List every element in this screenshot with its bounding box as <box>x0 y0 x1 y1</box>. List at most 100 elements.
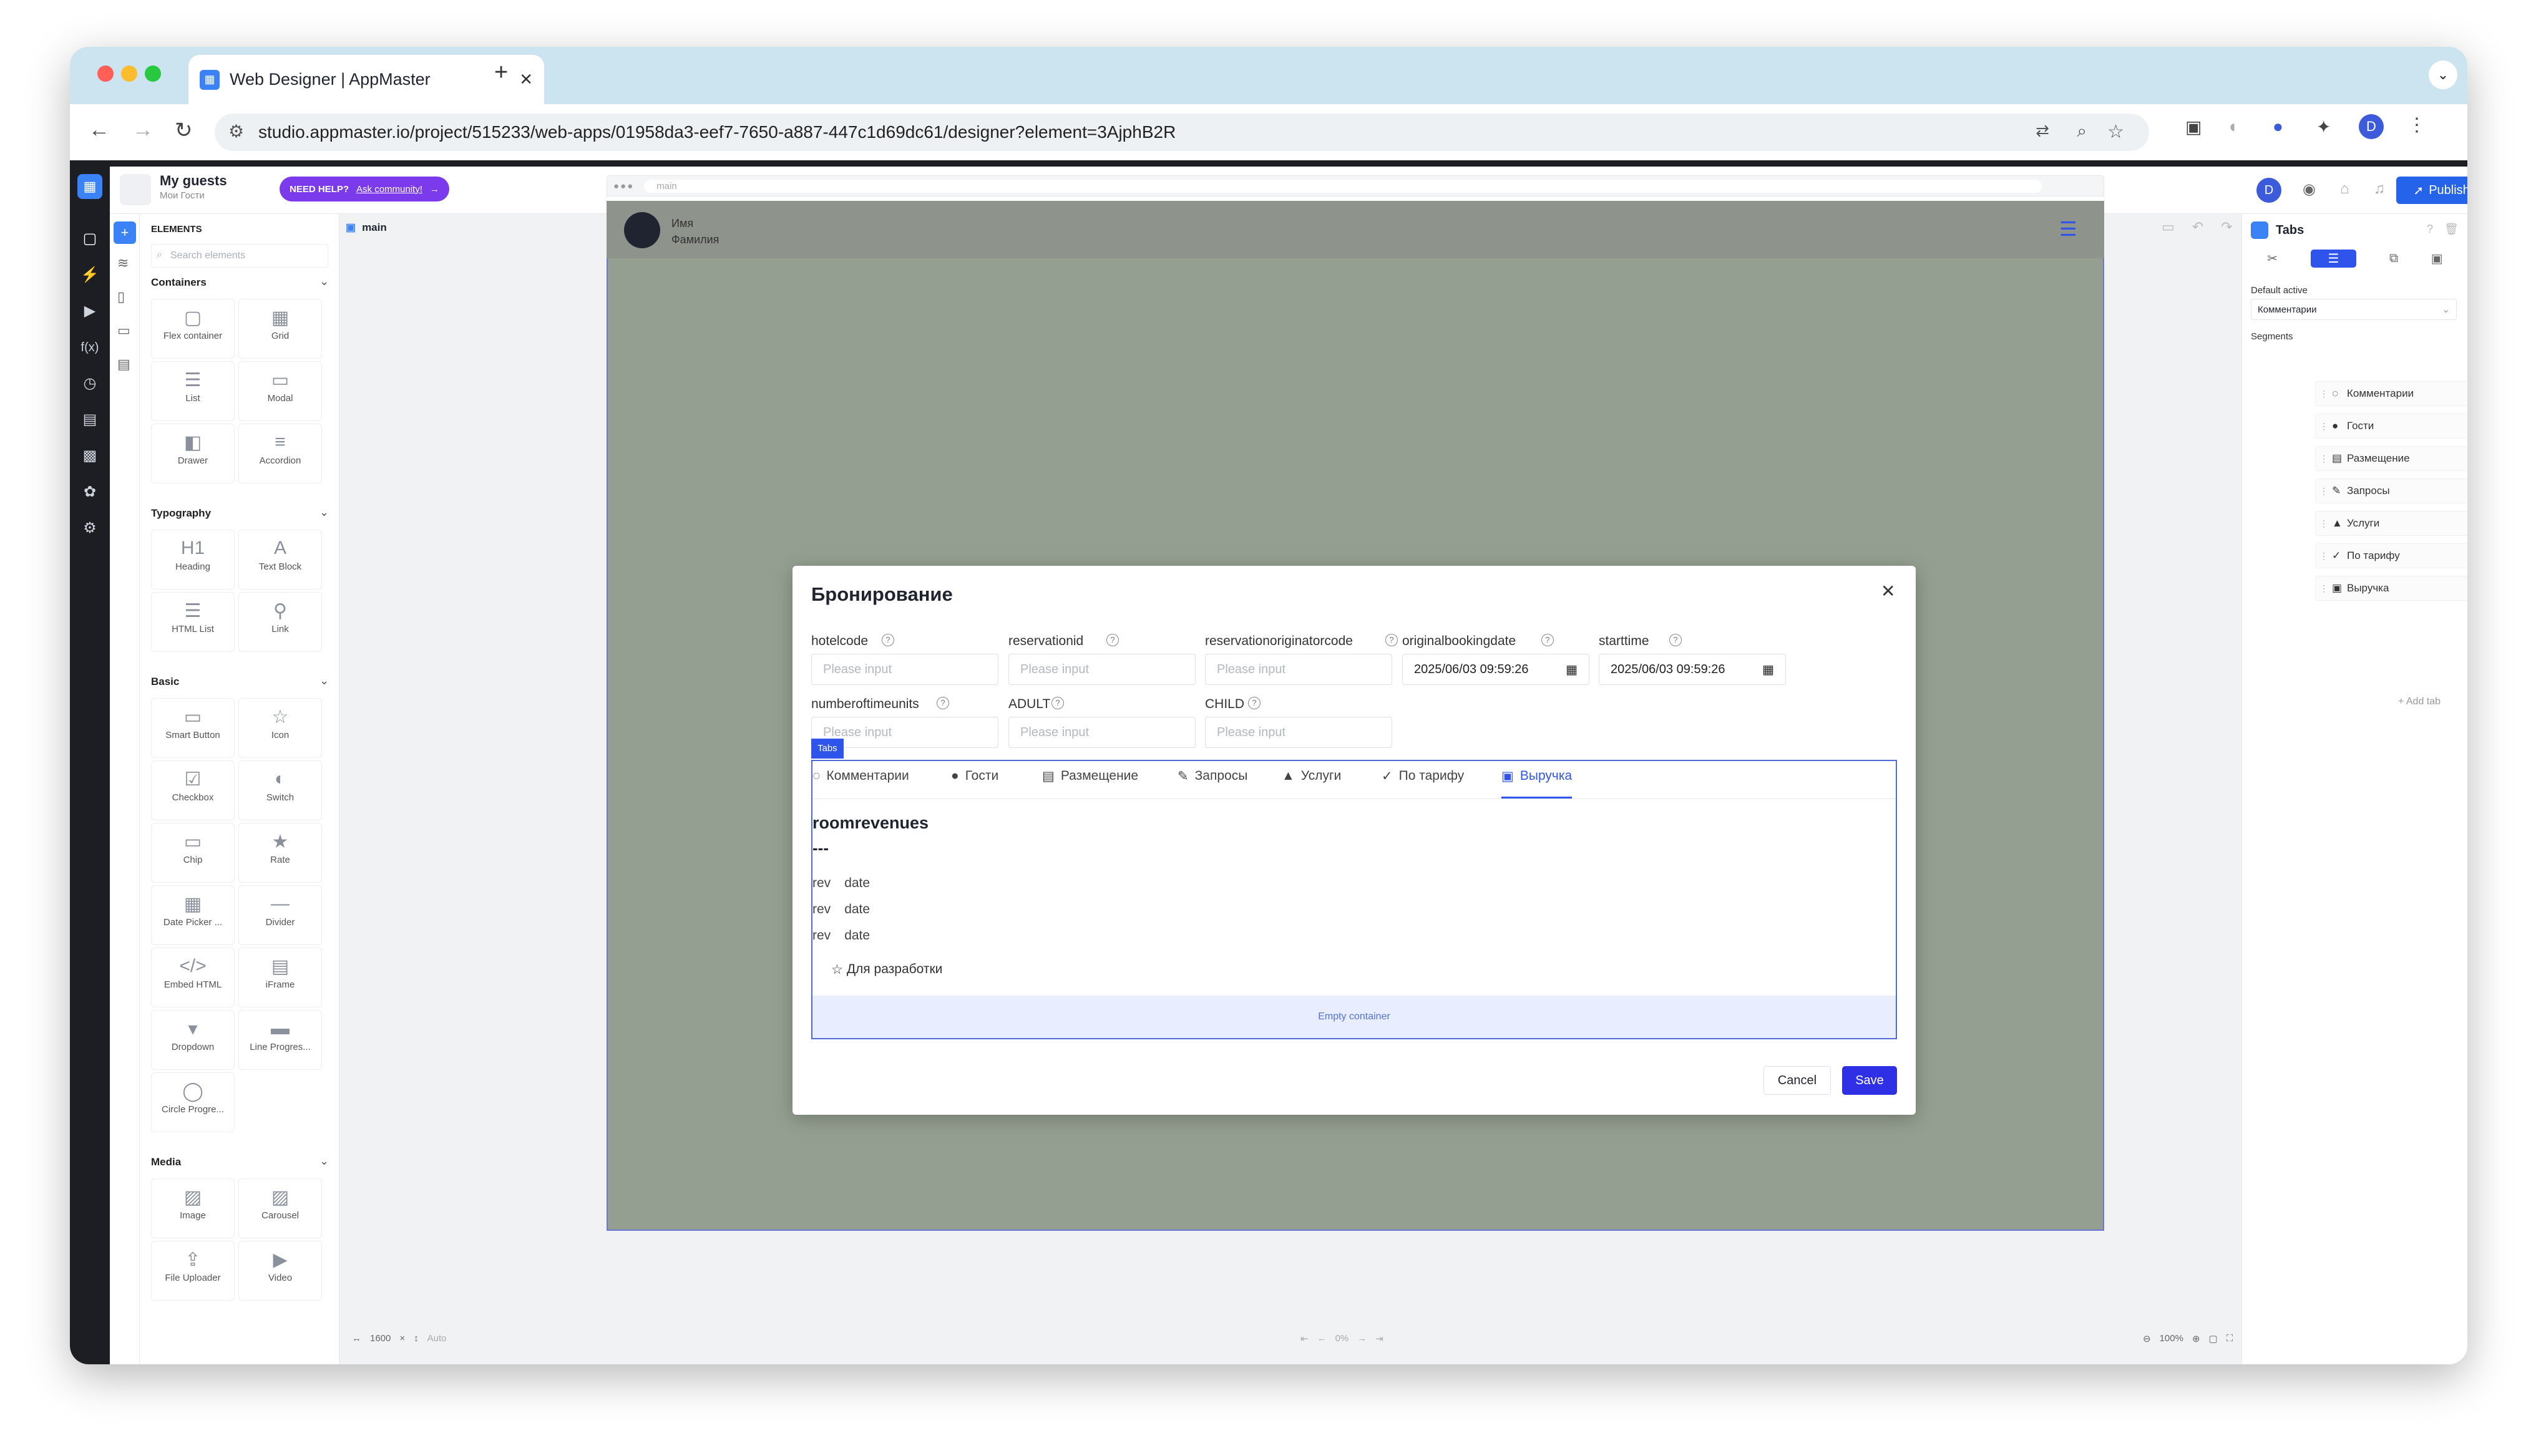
tab-5[interactable]: ✓ По тарифу <box>1382 769 1464 798</box>
site-settings-icon[interactable]: ⚙ <box>228 121 244 142</box>
props-tab-icon[interactable]: ☰ <box>2310 249 2357 268</box>
fit-icon[interactable]: ▢ <box>2209 1333 2218 1344</box>
field-input[interactable]: Please input <box>1205 717 1392 748</box>
element-card[interactable]: ▦ Date Picker ... <box>151 885 235 945</box>
element-card[interactable]: ☑ Checkbox <box>151 760 235 820</box>
last-icon[interactable]: ⇥ <box>1375 1333 1383 1344</box>
tabs-component[interactable]: ◌ Комментарии ● Гости ▤ Размещение ✎ Запросы ▲ Ус… <box>811 760 1897 1039</box>
search-elements-input[interactable]: ⌕ Search elements <box>151 244 328 268</box>
element-card[interactable]: ◯ Circle Progre... <box>151 1072 235 1132</box>
cancel-button[interactable]: Cancel <box>1763 1066 1831 1095</box>
need-help-pill[interactable]: NEED HELP? Ask community! → <box>280 177 449 201</box>
close-tab-icon[interactable]: ✕ <box>519 70 533 89</box>
reload-icon[interactable]: ↻ <box>175 118 193 143</box>
tab-search-icon[interactable]: ⌄ <box>2429 61 2457 89</box>
undo-icon[interactable]: ↶ <box>2192 219 2203 235</box>
gallery-icon[interactable]: ▩ <box>80 446 100 466</box>
segment-row[interactable]: ⋮●Гости◉🗑 <box>2315 414 2467 439</box>
segment-row[interactable]: ⋮▤Размещение◉🗑 <box>2315 446 2467 471</box>
field-input[interactable]: Please input <box>1008 654 1196 685</box>
element-card[interactable]: ☰ List <box>151 361 235 421</box>
maximize-window-button[interactable] <box>145 66 161 82</box>
translate-icon[interactable]: ⇄ <box>2036 121 2049 140</box>
media-icon[interactable]: ▶ <box>80 301 100 321</box>
browser-tab[interactable]: ▦ Web Designer | AppMaster ✕ <box>188 55 544 104</box>
add-element-icon[interactable]: + <box>114 221 136 244</box>
field-input[interactable]: Please input <box>1205 654 1392 685</box>
element-card[interactable]: ▢ Flex container <box>151 299 235 359</box>
segment-row[interactable]: ⋮▲Услуги◉🗑 <box>2315 511 2467 536</box>
field-input[interactable]: Please input <box>811 654 998 685</box>
tab-6[interactable]: ▣ Выручка <box>1501 769 1573 798</box>
pages-icon[interactable]: ▯ <box>117 289 125 305</box>
address-bar[interactable]: ⚙ studio.appmaster.io/project/515233/web… <box>215 114 2149 151</box>
element-card[interactable]: ▨ Image <box>151 1178 235 1238</box>
drag-handle-icon[interactable]: ⋮ <box>2319 486 2328 497</box>
browser-menu-icon[interactable]: ⋮ <box>2407 114 2426 136</box>
element-card[interactable]: ⇪ File Uploader <box>151 1241 235 1301</box>
preview-icon[interactable]: ◉ <box>2303 180 2316 198</box>
section-chevron-icon[interactable]: ⌄ <box>319 674 329 687</box>
zoom-out-icon[interactable]: ⊖ <box>2143 1333 2151 1344</box>
new-tab-icon[interactable]: + <box>494 59 508 86</box>
element-card[interactable]: ▶ Video <box>238 1241 322 1301</box>
hamburger-menu-icon[interactable]: ☰ <box>2059 217 2077 241</box>
section-title-2[interactable]: Basic <box>151 676 179 688</box>
segment-row[interactable]: ⋮✎Запросы◉🗑 <box>2315 478 2467 503</box>
element-card[interactable]: </> Embed HTML <box>151 948 235 1007</box>
segment-row[interactable]: ⋮✓По тарифу◉🗑 <box>2315 543 2467 568</box>
history-icon[interactable]: ⌂ <box>2340 180 2349 198</box>
tab-0[interactable]: ◌ Комментарии <box>812 769 909 798</box>
extension2-icon[interactable]: ◐ <box>2229 117 2240 137</box>
section-title-1[interactable]: Typography <box>151 507 211 520</box>
calendar-icon[interactable]: ▦ <box>1762 662 1774 677</box>
canvas-zoom[interactable]: 100% <box>2160 1333 2183 1344</box>
element-card[interactable]: ◧ Drawer <box>151 424 235 483</box>
section-chevron-icon[interactable]: ⌄ <box>319 1155 329 1168</box>
element-card[interactable]: H1 Heading <box>151 530 235 590</box>
extensions-icon[interactable]: ✦ <box>2316 117 2331 137</box>
bell-icon[interactable]: ♫ <box>2374 180 2385 198</box>
extension-icon[interactable]: ▣ <box>2185 117 2202 137</box>
tab-2[interactable]: ▤ Размещение <box>1042 769 1138 798</box>
tab-4[interactable]: ▲ Услуги <box>1282 769 1341 798</box>
components-icon[interactable]: ▭ <box>117 323 130 339</box>
next-icon[interactable]: → <box>1357 1333 1367 1344</box>
element-card[interactable]: ☆ Icon <box>238 698 322 758</box>
help-icon[interactable]: ? <box>2427 223 2433 236</box>
drag-handle-icon[interactable]: ⋮ <box>2319 583 2328 594</box>
calendar-icon[interactable]: ▦ <box>1566 662 1578 677</box>
fullscreen-icon[interactable]: ⛶ <box>2226 1333 2233 1344</box>
toggle-icon[interactable]: ▭ <box>2162 219 2175 235</box>
element-card[interactable]: ≡ Accordion <box>238 424 322 483</box>
tab-1[interactable]: ● Гости <box>951 769 998 798</box>
drag-handle-icon[interactable]: ⋮ <box>2319 518 2328 529</box>
element-card[interactable]: ▦ Grid <box>238 299 322 359</box>
function-icon[interactable]: f(x) <box>80 337 100 357</box>
segment-row[interactable]: ⋮▣Выручка◉🗑 <box>2315 576 2467 601</box>
project-name[interactable]: My guests <box>160 173 227 189</box>
events-tab-icon[interactable]: ⧉ <box>2389 251 2398 266</box>
prev-icon[interactable]: ← <box>1317 1333 1327 1344</box>
drag-handle-icon[interactable]: ⋮ <box>2319 551 2328 561</box>
publish-button[interactable]: ➚Publish⌄ <box>2396 177 2467 204</box>
element-card[interactable]: ▾ Dropdown <box>151 1010 235 1070</box>
ask-community-link[interactable]: Ask community! <box>356 184 422 195</box>
element-card[interactable]: ◐ Switch <box>238 760 322 820</box>
canvas-width[interactable]: 1600 <box>370 1333 391 1344</box>
layers-icon[interactable]: ≋ <box>117 255 129 271</box>
zoom-icon[interactable]: ⌕ <box>2077 121 2087 142</box>
drag-handle-icon[interactable]: ⋮ <box>2319 389 2328 399</box>
redo-icon[interactable]: ↷ <box>2221 219 2232 235</box>
style-tab-icon[interactable]: ✂ <box>2267 251 2278 266</box>
page-tab[interactable]: ▣ main <box>346 221 387 234</box>
extension3-icon[interactable]: ● <box>2273 117 2283 137</box>
element-card[interactable]: ▭ Smart Button <box>151 698 235 758</box>
settings-icon[interactable]: ⚙ <box>80 518 100 538</box>
plugins-icon[interactable]: ✿ <box>80 482 100 502</box>
save-button[interactable]: Save <box>1842 1066 1897 1095</box>
bookmark-icon[interactable]: ☆ <box>2107 121 2124 143</box>
back-icon[interactable]: ← <box>89 118 110 142</box>
field-input[interactable]: 2025/06/03 09:59:26 ▦ <box>1599 654 1786 685</box>
data-tab-icon[interactable]: ▣ <box>2431 251 2443 266</box>
